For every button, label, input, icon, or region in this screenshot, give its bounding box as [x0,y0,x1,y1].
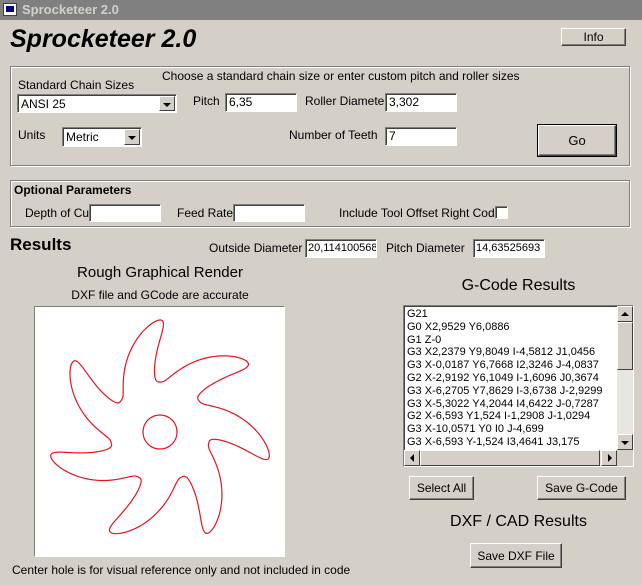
render-footnote: Center hole is for visual reference only… [12,563,351,577]
app-heading: Sprocketeer 2.0 [10,25,197,53]
chain-instructions: Choose a standard chain size or enter cu… [162,69,520,83]
gcode-lines: G21 G0 X2,9529 Y6,0886 G1 Z-0 G3 X2,2379 Y9… [407,308,617,449]
title-bar: Sprocketeer 2.0 [0,0,642,20]
scroll-up-button[interactable] [617,306,633,322]
chevron-down-icon [128,136,136,140]
pitch-diameter-output[interactable]: 14,63525693 [473,239,545,258]
chain-sizes-label: Standard Chain Sizes [18,78,135,92]
arrow-down-icon [621,441,629,445]
scroll-left-button[interactable] [404,450,420,466]
chain-size-value: ANSI 25 [21,97,66,111]
optional-title: Optional Parameters [14,183,132,197]
gcode-line: G3 X-10,0571 Y0 I0 J-4,699 [407,423,544,436]
units-select[interactable]: Metric [62,127,142,147]
horizontal-scroll-thumb[interactable] [420,450,600,466]
pitch-label: Pitch [193,94,220,108]
sprocket-render [50,319,270,535]
scrollbar-corner [617,450,633,466]
gcode-textarea[interactable]: G21 G0 X2,9529 Y6,0886 G1 Z-0 G3 X2,2379 Y9… [403,305,634,467]
gcode-line: G2 X-2,9192 Y6,1049 I-1,6096 J0,3674 [407,371,599,384]
gcode-line: G2 X-6,593 Y1,524 I-1,2908 J-1,0294 [407,410,591,423]
tool-offset-checkbox[interactable] [495,206,508,219]
dxf-title: DXF / CAD Results [450,513,587,530]
depth-of-cut-label: Depth of Cut [25,206,93,220]
gcode-line: G0 X2,9529 Y6,0886 [407,320,510,333]
gcode-line: G1 Z-0 [407,333,442,346]
depth-of-cut-input[interactable] [89,204,161,222]
arrow-left-icon [410,454,414,462]
teeth-input[interactable]: 7 [385,127,457,146]
save-gcode-button[interactable]: Save G-Code [537,476,626,500]
app-icon [3,3,17,16]
units-dropdown-button[interactable] [124,129,140,145]
gcode-line: G21 [407,308,428,320]
chain-size-dropdown-button[interactable] [159,96,175,111]
results-heading: Results [10,235,72,254]
tool-offset-label: Include Tool Offset Right Code [339,206,502,220]
pitch-input[interactable]: 6,35 [225,93,297,112]
gcode-title: G-Code Results [461,277,576,294]
center-hole [142,414,178,450]
gcode-line: G3 X-0,0187 Y6,7668 I2,3246 J-4,0837 [407,359,599,372]
arrow-up-icon [621,312,629,316]
pitch-diameter-label: Pitch Diameter [386,241,465,255]
select-all-button[interactable]: Select All [409,476,474,500]
info-button[interactable]: Info [561,28,626,46]
teeth-label: Number of Teeth [289,128,378,142]
arrow-right-icon [608,454,612,462]
window-title: Sprocketeer 2.0 [22,2,119,17]
sprocket-render-canvas [34,306,285,557]
gcode-line: G3 X2,2379 Y9,8049 I-4,5812 J1,0456 [407,346,596,359]
feed-rate-label: Feed Rate [177,206,234,220]
go-button[interactable]: Go [537,124,617,157]
render-title: Rough Graphical Render [77,264,243,281]
units-value: Metric [66,130,99,144]
save-dxf-button[interactable]: Save DXF File [470,543,562,568]
scroll-right-button[interactable] [601,450,617,466]
scroll-down-button[interactable] [617,434,633,450]
units-label: Units [18,128,46,142]
vertical-scroll-thumb[interactable] [617,322,633,370]
outside-diameter-label: Outside Diameter [209,241,303,255]
gcode-line: G3 X-6,2705 Y7,8629 I-3,6738 J-2,9299 [407,384,603,397]
chevron-down-icon [163,103,171,107]
sprocket-outline [50,319,270,535]
feed-rate-input[interactable] [233,204,305,222]
outside-diameter-output[interactable]: 20,114100568 [305,239,377,258]
chain-size-select[interactable]: ANSI 25 [17,94,177,113]
roller-diameter-label: Roller Diameter [305,94,389,108]
roller-diameter-input[interactable]: 3,302 [385,93,457,112]
gcode-line: G3 X-6,593 Y-1,524 I3,4641 J3,175 [407,435,580,448]
gcode-line: G3 X-5,3022 Y4,2044 I4,6422 J-0,7287 [407,397,599,410]
render-subtitle: DXF file and GCode are accurate [71,288,249,302]
